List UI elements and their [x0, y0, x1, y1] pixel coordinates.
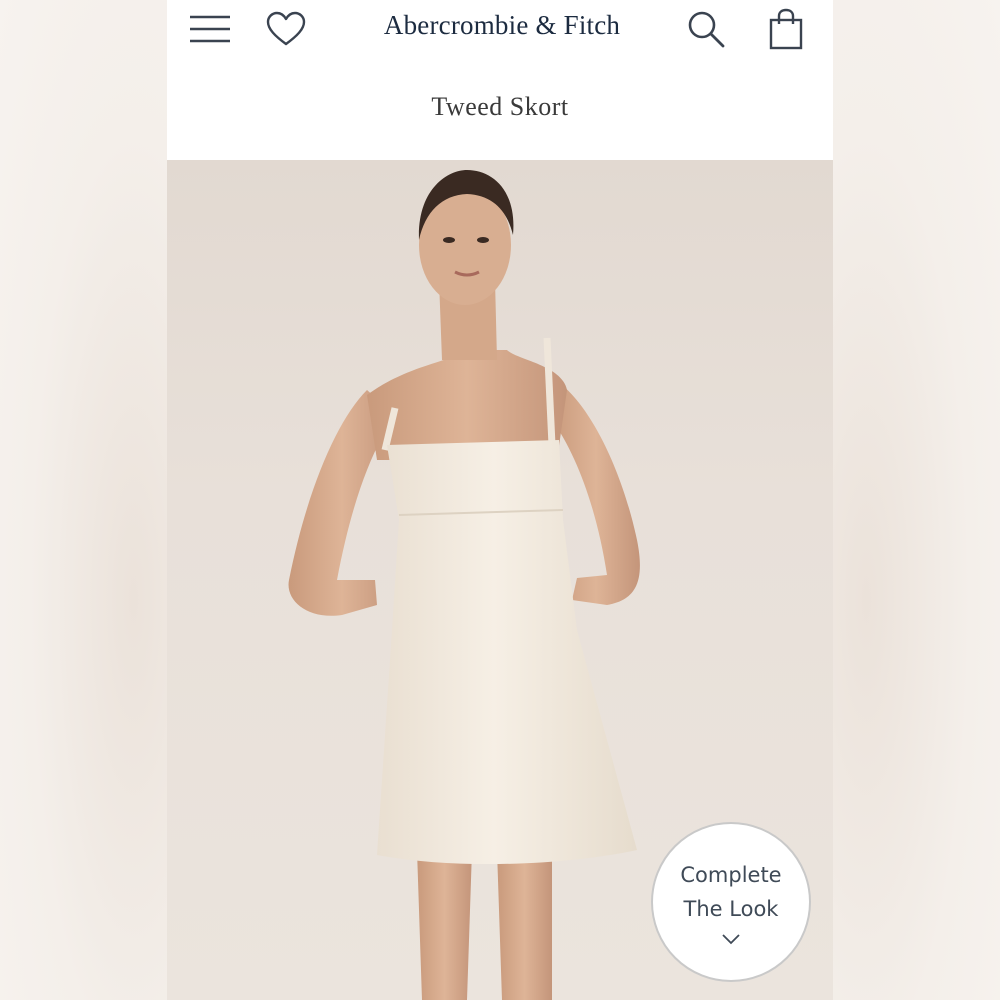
shopping-bag-icon [769, 8, 803, 50]
complete-the-look-label-line1: Complete [680, 863, 782, 887]
background-blur-left [0, 0, 167, 1000]
top-navigation-bar: Abercrombie & Fitch [167, 0, 833, 58]
search-button[interactable] [683, 8, 729, 50]
search-icon [688, 11, 725, 48]
product-title: Tweed Skort [431, 92, 569, 121]
product-page: Abercrombie & Fitch Tweed Skort Complete… [167, 0, 833, 1000]
menu-icon [190, 15, 230, 43]
shopping-bag-button[interactable] [763, 8, 809, 50]
wishlist-button[interactable] [263, 8, 309, 50]
complete-the-look-label-line2: The Look [683, 897, 779, 921]
menu-button[interactable] [187, 8, 233, 50]
chevron-down-icon [722, 934, 740, 945]
heart-icon [266, 11, 306, 46]
brand-logo[interactable]: Abercrombie & Fitch [362, 8, 642, 42]
complete-the-look-button[interactable]: Complete The Look [651, 822, 811, 982]
background-blur-right [833, 0, 1000, 1000]
